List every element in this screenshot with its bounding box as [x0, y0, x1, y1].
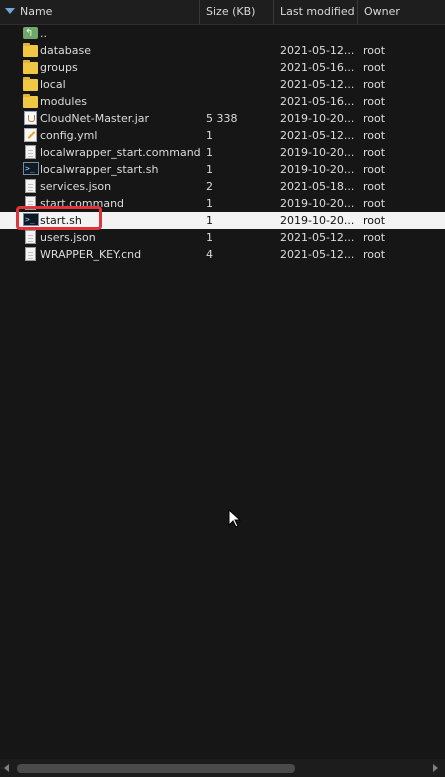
column-name-header[interactable]: Name — [0, 0, 200, 24]
file-size: 5 338 — [206, 112, 238, 125]
file-owner: root — [363, 197, 386, 210]
file-size — [206, 25, 272, 42]
file-icon — [25, 145, 36, 159]
file-size: 1 — [206, 197, 213, 210]
file-owner: root — [363, 163, 386, 176]
file-icon — [25, 179, 36, 193]
terminal-file-icon — [23, 160, 39, 177]
file-size: 2 — [206, 180, 213, 193]
file-modified: 2021-05-12... — [280, 248, 355, 261]
column-modified-header[interactable]: Last modified — [274, 0, 358, 24]
file-modified: 2019-10-20... — [280, 112, 355, 125]
file-owner: root — [363, 129, 386, 142]
selection-highlight-box — [16, 206, 102, 230]
file-name: database — [40, 44, 91, 57]
column-owner-label: Owner — [364, 5, 400, 18]
file-row[interactable]: localwrapper_start.command 1 2019-10-20.… — [0, 144, 445, 161]
column-header: Name Size (KB) Last modified Owner — [0, 0, 445, 25]
file-row[interactable]: config.yml 1 2021-05-12... root — [0, 127, 445, 144]
file-modified: 2019-10-20... — [280, 146, 355, 159]
file-size: 1 — [206, 231, 213, 244]
file-modified: 2021-05-12... — [280, 129, 355, 142]
file-owner: root — [363, 214, 386, 227]
file-row[interactable]: localwrapper_start.sh 1 2019-10-20... ro… — [0, 160, 445, 178]
file-owner: root — [363, 61, 386, 74]
folder-icon — [23, 94, 38, 108]
up-folder-icon — [23, 25, 38, 42]
file-icon — [25, 230, 36, 244]
file-row[interactable]: CloudNet-Master.jar 5 338 2019-10-20... … — [0, 110, 445, 127]
scroll-right-icon[interactable] — [433, 764, 438, 772]
file-row[interactable]: local 2021-05-12... root — [0, 76, 445, 93]
file-modified — [280, 25, 356, 42]
file-owner: root — [363, 180, 386, 193]
column-modified-label: Last modified — [280, 5, 355, 18]
file-size: 1 — [206, 146, 213, 159]
file-size: 1 — [206, 129, 213, 142]
file-modified: 2021-05-18... — [280, 180, 355, 193]
file-modified: 2021-05-16... — [280, 95, 355, 108]
file-modified: 2021-05-12... — [280, 231, 355, 244]
column-size-label: Size (KB) — [206, 5, 256, 18]
file-owner: root — [363, 95, 386, 108]
file-owner — [363, 25, 443, 42]
scroll-left-icon[interactable] — [4, 764, 9, 772]
file-size — [206, 93, 272, 110]
file-modified: 2021-05-12... — [280, 78, 355, 91]
scrollbar-thumb[interactable] — [17, 764, 295, 773]
file-owner: root — [363, 248, 386, 261]
file-name: .. — [40, 27, 47, 40]
file-owner: root — [363, 78, 386, 91]
file-row[interactable]: services.json 2 2021-05-18... root — [0, 178, 445, 195]
file-name: config.yml — [40, 129, 98, 142]
yml-file-icon — [24, 128, 37, 142]
file-owner: root — [363, 146, 386, 159]
column-name-label: Name — [20, 5, 53, 18]
file-name: local — [40, 78, 66, 91]
file-row[interactable]: users.json 1 2021-05-12... root — [0, 229, 445, 246]
folder-icon — [23, 77, 38, 91]
file-name: users.json — [40, 231, 96, 244]
file-modified: 2019-10-20... — [280, 163, 355, 176]
file-icon — [25, 247, 36, 261]
file-size — [206, 76, 272, 93]
file-owner: root — [363, 44, 386, 57]
file-name: localwrapper_start.sh — [40, 163, 159, 176]
file-row[interactable]: .. — [0, 25, 445, 42]
file-size: 4 — [206, 248, 213, 261]
file-owner: root — [363, 112, 386, 125]
jar-file-icon — [24, 111, 37, 125]
folder-icon — [23, 60, 38, 74]
file-modified: 2019-10-20... — [280, 197, 355, 210]
file-size — [206, 59, 272, 76]
file-row[interactable]: modules 2021-05-16... root — [0, 93, 445, 110]
file-owner: root — [363, 231, 386, 244]
file-name: CloudNet-Master.jar — [40, 112, 150, 125]
file-name: modules — [40, 95, 87, 108]
file-name: WRAPPER_KEY.cnd — [40, 248, 142, 261]
file-modified: 2021-05-16... — [280, 61, 355, 74]
file-name: services.json — [40, 180, 112, 193]
folder-icon — [23, 43, 38, 57]
file-modified: 2021-05-12... — [280, 44, 355, 57]
sort-descending-icon — [5, 8, 15, 14]
file-row[interactable]: database 2021-05-12... root — [0, 42, 445, 59]
file-row[interactable]: WRAPPER_KEY.cnd 4 2021-05-12... root — [0, 246, 445, 263]
file-name: groups — [40, 61, 78, 74]
file-size — [206, 42, 272, 59]
column-owner-header[interactable]: Owner — [358, 0, 445, 24]
file-name: localwrapper_start.command — [40, 146, 200, 159]
file-size: 1 — [206, 214, 213, 227]
file-row[interactable]: groups 2021-05-16... root — [0, 59, 445, 76]
column-size-header[interactable]: Size (KB) — [200, 0, 274, 24]
file-size: 1 — [206, 163, 213, 176]
file-modified: 2019-10-20... — [280, 214, 355, 227]
